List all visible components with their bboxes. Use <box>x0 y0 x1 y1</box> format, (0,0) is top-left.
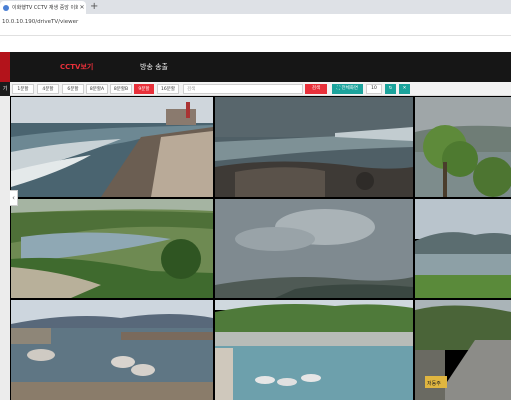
logo[interactable] <box>0 52 10 82</box>
layout-8b-button[interactable]: 8분할B <box>110 84 132 94</box>
browser-tab-bar: 이화행TV CCTV 재생 중앙 이화행 ✕ + <box>0 0 511 14</box>
fullscreen-label: 전체화면 <box>341 86 359 91</box>
nav-broadcast[interactable]: 방송 송출 <box>140 62 168 72</box>
refresh-icon: ↻ <box>388 86 393 91</box>
chevron-left-icon: ‹ <box>12 194 15 202</box>
layout-16-button[interactable]: 16분할 <box>157 84 179 94</box>
sidebar-label: 기 <box>0 82 10 96</box>
layout-8a-button[interactable]: 8분할A <box>86 84 108 94</box>
road-sign-text: 저동주 <box>427 381 441 387</box>
favicon-icon <box>3 4 9 11</box>
cctv-cell-tree-harbor[interactable] <box>415 97 511 197</box>
cctv-cell-rocky-sea[interactable] <box>215 97 413 197</box>
layout-9-button[interactable]: 9분할 <box>134 84 154 94</box>
nav-cctv-view[interactable]: CCTV보기 <box>60 62 93 72</box>
sidebar-toggle[interactable]: ‹ <box>10 190 18 206</box>
close-icon: ✕ <box>402 86 407 91</box>
close-icon[interactable]: ✕ <box>78 4 86 11</box>
layout-6-button[interactable]: 6분할 <box>62 84 84 94</box>
close-button[interactable]: ✕ <box>399 84 410 94</box>
sidebar-collapsed <box>0 96 10 400</box>
cctv-cell-surf-coast[interactable] <box>11 97 213 197</box>
fullscreen-button[interactable]: ⛶ 전체화면 <box>332 84 363 94</box>
url-text[interactable]: 10.0.10.190/driveTV/viewer <box>2 19 78 25</box>
interval-input[interactable]: 10 <box>366 84 382 94</box>
refresh-button[interactable]: ↻ <box>385 84 396 94</box>
cctv-cell-road-crossing[interactable]: 저동주 <box>415 300 511 400</box>
app-header: CCTV보기 방송 송출 <box>0 52 511 82</box>
search-button[interactable]: 검색 <box>305 84 327 94</box>
fullscreen-icon: ⛶ <box>336 86 341 91</box>
layout-1-button[interactable]: 1분할 <box>12 84 34 94</box>
cctv-cell-valley-river[interactable] <box>415 199 511 298</box>
cctv-cell-river-bank[interactable] <box>11 199 213 298</box>
layout-4-button[interactable]: 4분할 <box>37 84 59 94</box>
cctv-grid: 저동주 <box>10 96 511 400</box>
toolbar: 기 1분할 4분할 6분할 8분할A 8분할B 9분할 16분할 검색 ⛶ 전체… <box>0 82 511 96</box>
address-bar[interactable]: 10.0.10.190/driveTV/viewer <box>0 14 511 36</box>
search-input[interactable] <box>183 84 303 94</box>
new-tab-icon[interactable]: + <box>90 1 98 13</box>
cctv-cell-cloudy-sky[interactable] <box>215 199 413 298</box>
browser-tab[interactable]: 이화행TV CCTV 재생 중앙 이화행 ✕ <box>0 1 86 14</box>
cctv-cell-coastal-town[interactable] <box>215 300 413 400</box>
browser-tab-title: 이화행TV CCTV 재생 중앙 이화행 <box>12 5 78 11</box>
cctv-cell-fishing-port[interactable] <box>11 300 213 400</box>
